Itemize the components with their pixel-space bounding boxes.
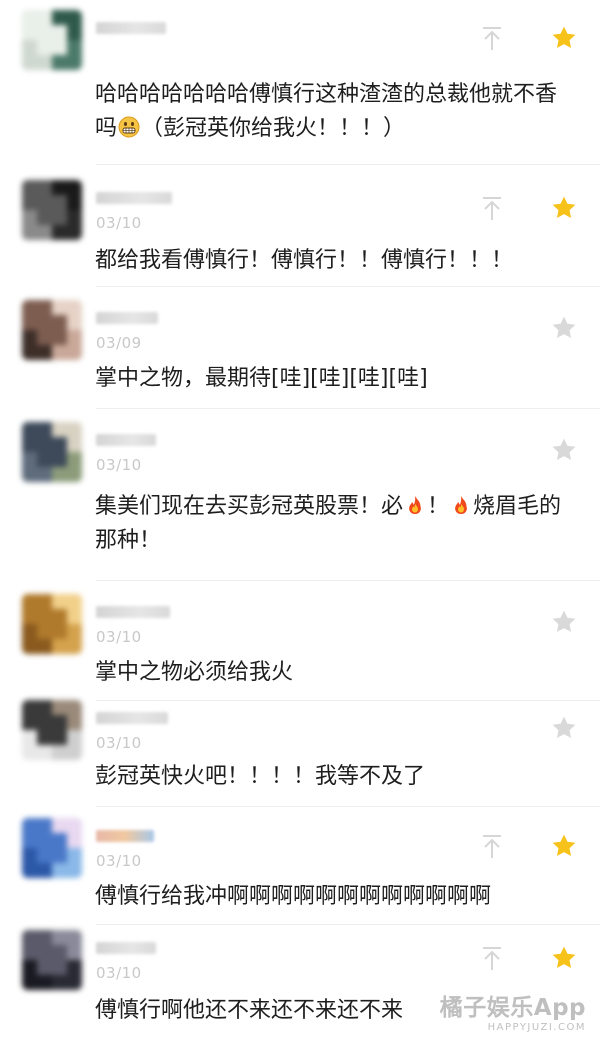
divider bbox=[96, 924, 600, 925]
username-blurred[interactable] bbox=[96, 942, 156, 954]
comment-date: 03/10 bbox=[96, 964, 142, 982]
divider bbox=[96, 164, 600, 165]
username-blurred[interactable] bbox=[96, 830, 154, 842]
upvote-arrow-icon[interactable] bbox=[480, 196, 504, 222]
username-blurred[interactable] bbox=[96, 312, 158, 324]
watermark-main: 橘子娱乐App bbox=[439, 995, 586, 1021]
comment-text: 哈哈哈哈哈哈哈傅慎行这种渣渣的总裁他就不香吗 （彭冠英你给我火！！！） bbox=[95, 82, 558, 141]
divider bbox=[96, 408, 600, 409]
avatar[interactable] bbox=[22, 818, 82, 878]
avatar[interactable] bbox=[22, 10, 82, 70]
avatar[interactable] bbox=[22, 594, 82, 654]
comment-date: 03/10 bbox=[96, 628, 142, 646]
comment-text: 掌中之物必须给我火 bbox=[95, 660, 294, 685]
comment-date: 03/10 bbox=[96, 214, 142, 232]
comment-date: 03/10 bbox=[96, 734, 142, 752]
divider bbox=[96, 580, 600, 581]
comment-text: 掌中之物，最期待[哇][哇][哇][哇] bbox=[95, 366, 428, 391]
comment-text: 傅慎行给我冲啊啊啊啊啊啊啊啊啊啊啊啊 bbox=[95, 884, 492, 909]
comment-text: 都给我看傅慎行！傅慎行！！傅慎行！！！ bbox=[95, 248, 514, 273]
divider bbox=[96, 286, 600, 287]
grimace-emoji-icon bbox=[118, 116, 140, 138]
avatar[interactable] bbox=[22, 300, 82, 360]
star-outline-icon[interactable] bbox=[550, 314, 578, 342]
star-outline-icon[interactable] bbox=[550, 714, 578, 742]
comment-date: 03/09 bbox=[96, 334, 142, 352]
star-filled-icon[interactable] bbox=[550, 944, 578, 972]
comment-date: 03/10 bbox=[96, 456, 142, 474]
avatar[interactable] bbox=[22, 700, 82, 760]
watermark: 橘子娱乐App HAPPYJUZI.COM bbox=[440, 988, 586, 1033]
upvote-arrow-icon[interactable] bbox=[480, 834, 504, 860]
divider bbox=[96, 806, 600, 807]
divider bbox=[96, 700, 600, 701]
username-blurred[interactable] bbox=[96, 434, 156, 446]
comment-text: 彭冠英快火吧！！！！我等不及了 bbox=[95, 764, 426, 789]
username-blurred[interactable] bbox=[96, 712, 168, 724]
star-outline-icon[interactable] bbox=[550, 436, 578, 464]
avatar[interactable] bbox=[22, 422, 82, 482]
avatar[interactable] bbox=[22, 180, 82, 240]
star-filled-icon[interactable] bbox=[550, 832, 578, 860]
watermark-sub: HAPPYJUZI.COM bbox=[487, 1022, 586, 1033]
username-blurred[interactable] bbox=[96, 22, 166, 34]
comment-text: 集美们现在去买彭冠英股票！必！烧眉毛的那种！ bbox=[95, 494, 562, 553]
fire-emoji-icon bbox=[455, 495, 467, 515]
star-filled-icon[interactable] bbox=[550, 194, 578, 222]
username-blurred[interactable] bbox=[96, 606, 170, 618]
star-outline-icon[interactable] bbox=[550, 608, 578, 636]
username-blurred[interactable] bbox=[96, 192, 172, 204]
star-filled-icon[interactable] bbox=[550, 24, 578, 52]
upvote-arrow-icon[interactable] bbox=[480, 26, 504, 52]
fire-emoji-icon bbox=[409, 495, 421, 515]
avatar[interactable] bbox=[22, 930, 82, 990]
comment-date: 03/10 bbox=[96, 852, 142, 870]
upvote-arrow-icon[interactable] bbox=[480, 946, 504, 972]
